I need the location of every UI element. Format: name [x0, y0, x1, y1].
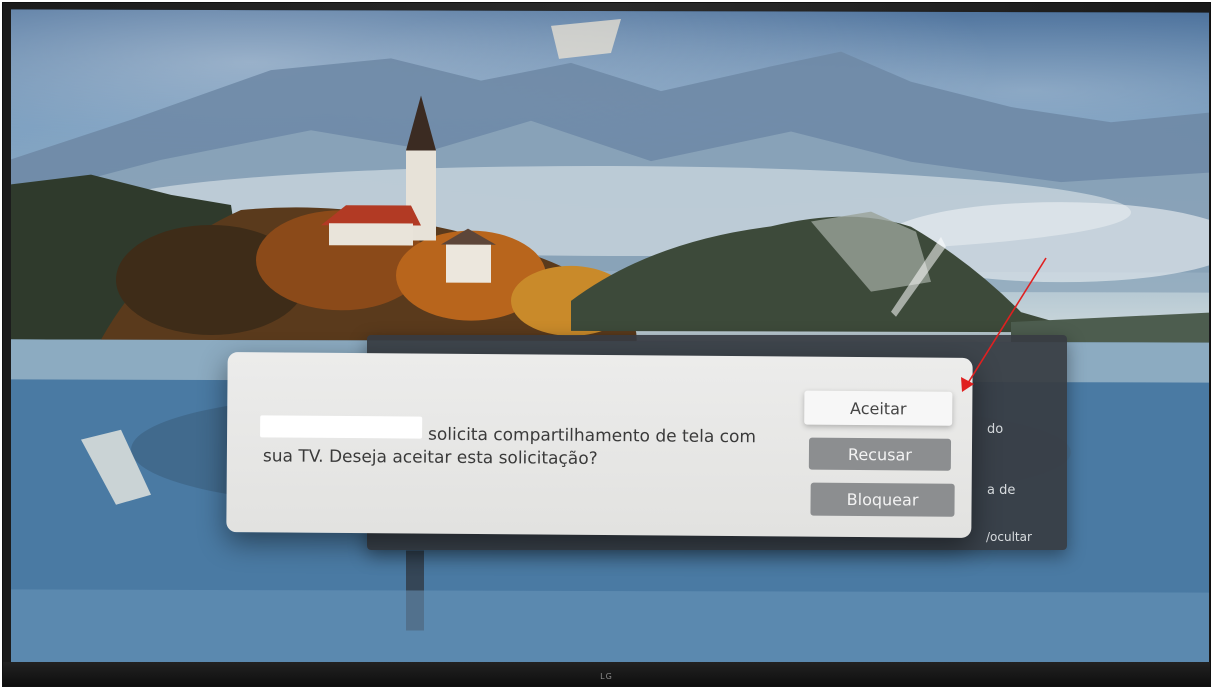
tv-bottom-bar: LG — [3, 662, 1210, 686]
background-panel-text: /ocultar — [986, 530, 1032, 544]
accept-button[interactable]: Aceitar — [804, 390, 953, 426]
background-panel-text: a de — [987, 483, 1016, 498]
dialog-message: solicita compartilhamento de tela com su… — [262, 424, 757, 469]
background-panel-text: do — [987, 422, 1004, 437]
block-button[interactable]: Bloquear — [810, 482, 955, 517]
screen-share-dialog: solicita compartilhamento de tela com su… — [226, 352, 973, 538]
lg-logo: LG — [600, 672, 613, 681]
refuse-button[interactable]: Recusar — [808, 437, 952, 471]
